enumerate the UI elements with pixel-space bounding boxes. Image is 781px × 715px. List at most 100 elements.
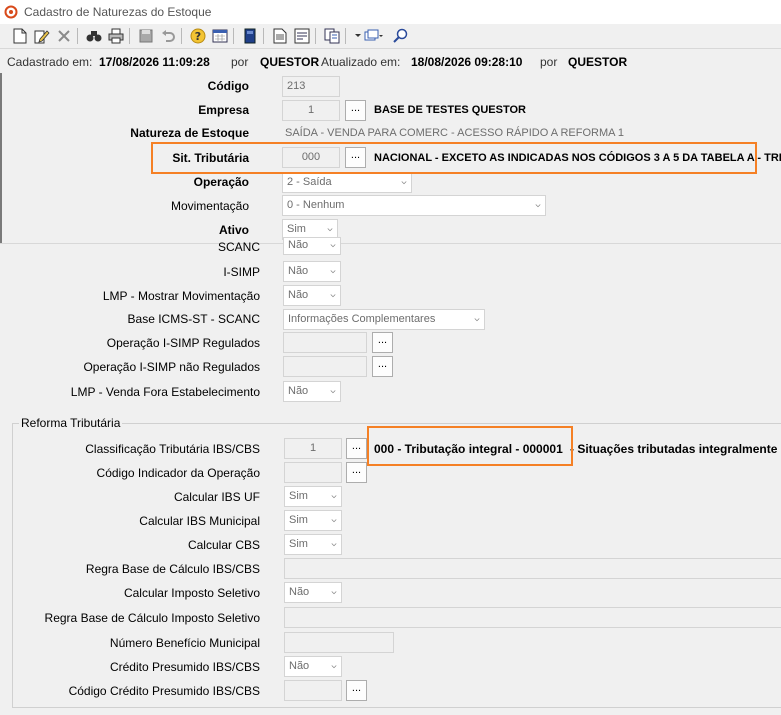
calendar-icon[interactable] <box>210 26 230 46</box>
regra-imposto-seletivo-field[interactable] <box>284 607 781 628</box>
chevron-down-icon <box>330 244 336 248</box>
regra-base-label: Regra Base de Cálculo IBS/CBS <box>85 562 260 576</box>
find-icon[interactable] <box>84 26 104 46</box>
credito-presumido-label: Crédito Presumido IBS/CBS <box>109 660 260 674</box>
window-menu-icon[interactable] <box>364 26 384 46</box>
cbs-select[interactable]: Sim <box>284 534 342 555</box>
chevron-down-icon <box>331 665 337 669</box>
new-document-icon[interactable] <box>10 26 30 46</box>
imposto-seletivo-select[interactable]: Não <box>284 582 342 603</box>
natureza-value: SAÍDA - VENDA PARA COMERC - ACESSO RÁPID… <box>285 127 625 139</box>
codigo-credito-lookup-button[interactable]: ... <box>346 680 367 701</box>
scanc-select[interactable]: Não <box>283 237 341 255</box>
regra-imposto-seletivo-label: Regra Base de Cálculo Imposto Seletivo <box>44 611 260 625</box>
undo-icon[interactable] <box>158 26 178 46</box>
chevron-down-icon <box>331 591 337 595</box>
cbs-label: Calcular CBS <box>187 538 260 552</box>
base-icms-st-value: Informações Complementares <box>288 313 436 325</box>
lmp-venda-value: Não <box>288 385 309 397</box>
created-by-label: por <box>231 55 249 69</box>
op-isimp-regulados-label: Operação I-SIMP Regulados <box>106 336 260 350</box>
sit-tributaria-highlight <box>151 142 757 174</box>
copy-icon[interactable] <box>322 26 342 46</box>
op-isimp-regulados-field[interactable] <box>283 332 367 353</box>
movimentacao-value: 0 - Nenhum <box>287 199 345 211</box>
ativo-label: Ativo <box>219 223 249 237</box>
ibs-municipal-select[interactable]: Sim <box>284 510 342 531</box>
edit-document-icon[interactable] <box>32 26 52 46</box>
classificacao-field[interactable]: 1 <box>284 438 342 459</box>
codigo-credito-label: Código Crédito Presumido IBS/CBS <box>68 684 260 698</box>
codigo-credito-field[interactable] <box>284 680 342 701</box>
book-icon[interactable] <box>240 26 260 46</box>
updated-label: Atualizado em: <box>321 55 401 69</box>
movimentacao-label: Movimentação <box>170 199 249 213</box>
lmp-mostrar-value: Não <box>288 289 309 301</box>
regra-base-field[interactable] <box>284 558 781 579</box>
codigo-indicador-lookup-button[interactable]: ... <box>346 462 367 483</box>
codigo-field[interactable]: 213 <box>282 76 340 97</box>
updated-by-value: QUESTOR <box>568 55 628 69</box>
lmp-mostrar-select[interactable]: Não <box>283 285 341 306</box>
search-icon[interactable] <box>391 26 411 46</box>
classificacao-lookup-button[interactable]: ... <box>346 438 367 459</box>
lmp-mostrar-label: LMP - Mostrar Movimentação <box>102 289 260 303</box>
base-icms-st-select[interactable]: Informações Complementares <box>283 309 485 330</box>
classificacao-highlight <box>367 426 573 466</box>
isimp-value: Não <box>288 265 309 277</box>
codigo-indicador-label: Código Indicador da Operação <box>96 466 260 480</box>
codigo-indicador-field[interactable] <box>284 462 342 483</box>
report-icon[interactable] <box>270 26 290 46</box>
numero-beneficio-field[interactable] <box>284 632 394 653</box>
isimp-select[interactable]: Não <box>283 261 341 282</box>
lmp-venda-select[interactable]: Não <box>283 381 341 402</box>
chevron-down-icon <box>401 181 407 185</box>
window-title: Cadastro de Naturezas do Estoque <box>24 5 212 19</box>
op-isimp-nao-regulados-field[interactable] <box>283 356 367 377</box>
ibs-uf-select[interactable]: Sim <box>284 486 342 507</box>
ibs-uf-value: Sim <box>289 490 308 502</box>
chevron-down-icon <box>330 270 336 274</box>
audit-info-bar: Cadastrado em: 17/08/2026 11:09:28 por Q… <box>0 49 781 73</box>
imposto-seletivo-value: Não <box>289 586 310 598</box>
ativo-value: Sim <box>287 223 306 235</box>
updated-by-label: por <box>540 55 558 69</box>
credito-presumido-select[interactable]: Não <box>284 656 342 677</box>
help-icon[interactable]: ? <box>188 26 208 46</box>
app-logo-icon <box>4 5 18 19</box>
scanc-value: Não <box>288 239 309 251</box>
section-divider <box>0 243 781 244</box>
save-icon[interactable] <box>136 26 156 46</box>
created-label: Cadastrado em: <box>7 55 93 69</box>
classificacao-label: Classificação Tributária IBS/CBS <box>85 442 260 456</box>
empresa-description: BASE DE TESTES QUESTOR <box>374 104 526 116</box>
chevron-down-icon <box>331 519 337 523</box>
op-isimp-regulados-lookup-button[interactable]: ... <box>372 332 393 353</box>
movimentacao-select[interactable]: 0 - Nenhum <box>282 195 546 216</box>
toolbar: ? <box>0 24 781 49</box>
codigo-label: Código <box>207 79 249 93</box>
ibs-uf-label: Calcular IBS UF <box>173 490 260 504</box>
operacao-label: Operação <box>193 175 249 189</box>
chevron-down-icon <box>331 543 337 547</box>
empresa-label: Empresa <box>198 103 249 117</box>
delete-icon[interactable] <box>54 26 74 46</box>
imposto-seletivo-label: Calcular Imposto Seletivo <box>123 586 260 600</box>
empresa-lookup-button[interactable]: ... <box>345 100 366 121</box>
ibs-municipal-value: Sim <box>289 514 308 526</box>
op-isimp-nao-regulados-lookup-button[interactable]: ... <box>372 356 393 377</box>
op-isimp-nao-regulados-label: Operação I-SIMP não Regulados <box>83 360 260 374</box>
created-value: 17/08/2026 11:09:28 <box>99 55 210 69</box>
chevron-down-icon <box>535 204 541 208</box>
updated-value: 18/08/2026 09:28:10 <box>411 55 523 69</box>
print-icon[interactable] <box>106 26 126 46</box>
chevron-down-icon <box>331 495 337 499</box>
numero-beneficio-label: Número Benefício Municipal <box>109 636 260 650</box>
classificacao-description-rest: - Situações tributadas integralmente <box>570 442 778 456</box>
credito-presumido-value: Não <box>289 660 310 672</box>
empresa-field[interactable]: 1 <box>282 100 340 121</box>
operacao-select[interactable]: 2 - Saída <box>282 172 412 193</box>
chevron-down-icon <box>474 318 480 322</box>
chevron-down-icon <box>327 228 333 232</box>
report-view-icon[interactable] <box>292 26 312 46</box>
